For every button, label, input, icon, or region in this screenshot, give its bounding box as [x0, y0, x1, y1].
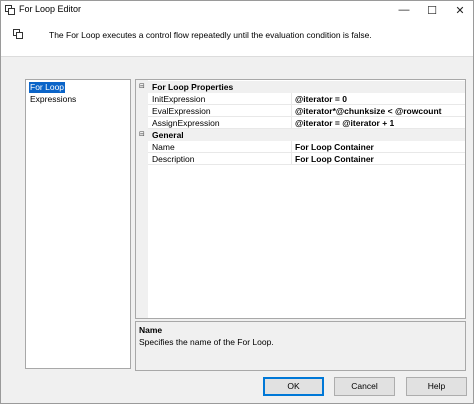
ok-button[interactable]: OK: [263, 377, 324, 396]
cancel-button[interactable]: Cancel: [334, 377, 395, 396]
title-bar[interactable]: For Loop Editor — ☐ ✕: [1, 1, 473, 19]
for-loop-icon: [5, 5, 15, 15]
help-button[interactable]: Help: [406, 377, 467, 396]
property-row-evalexpression[interactable]: EvalExpression @iterator*@chunksize < @r…: [148, 105, 465, 117]
window-title: For Loop Editor: [19, 4, 82, 14]
property-value[interactable]: @iterator = @iterator + 1: [295, 117, 394, 129]
maximize-button[interactable]: ☐: [419, 1, 445, 19]
property-row-initexpression[interactable]: InitExpression @iterator = 0: [148, 93, 465, 105]
property-name: Description: [152, 153, 292, 165]
property-name: AssignExpression: [152, 117, 292, 129]
description-text: Specifies the name of the For Loop.: [139, 337, 274, 347]
property-value[interactable]: For Loop Container: [295, 141, 374, 153]
collapse-icon[interactable]: ⊟: [139, 129, 147, 141]
for-loop-editor-window: For Loop Editor — ☐ ✕ The For Loop execu…: [0, 0, 474, 404]
property-value[interactable]: @iterator*@chunksize < @rowcount: [295, 105, 442, 117]
header-description: The For Loop executes a control flow rep…: [49, 30, 372, 40]
property-name: InitExpression: [152, 93, 292, 105]
page-nav-list: For Loop Expressions: [25, 79, 131, 369]
category-for-loop-properties[interactable]: ⊟ For Loop Properties: [136, 81, 465, 93]
minimize-button[interactable]: —: [391, 1, 417, 19]
description-title: Name: [139, 325, 163, 335]
collapse-icon[interactable]: ⊟: [139, 81, 147, 93]
category-label: General: [152, 130, 184, 140]
property-row-name[interactable]: Name For Loop Container: [148, 141, 465, 153]
property-value[interactable]: @iterator = 0: [295, 93, 347, 105]
property-value[interactable]: For Loop Container: [295, 153, 374, 165]
property-name: EvalExpression: [152, 105, 292, 117]
for-loop-icon: [13, 29, 23, 39]
property-description-panel: Name Specifies the name of the For Loop.: [135, 321, 466, 371]
nav-item-expressions[interactable]: Expressions: [29, 94, 77, 105]
property-grid: ⊟ For Loop Properties InitExpression @it…: [135, 79, 466, 319]
property-row-assignexpression[interactable]: AssignExpression @iterator = @iterator +…: [148, 117, 465, 129]
property-name: Name: [152, 141, 292, 153]
header-description-strip: The For Loop executes a control flow rep…: [1, 19, 473, 57]
close-button[interactable]: ✕: [447, 1, 473, 19]
category-label: For Loop Properties: [152, 82, 234, 92]
property-row-description[interactable]: Description For Loop Container: [148, 153, 465, 165]
nav-item-for-loop[interactable]: For Loop: [29, 82, 66, 93]
category-general[interactable]: ⊟ General: [136, 129, 465, 141]
grid-gutter: [136, 80, 148, 318]
